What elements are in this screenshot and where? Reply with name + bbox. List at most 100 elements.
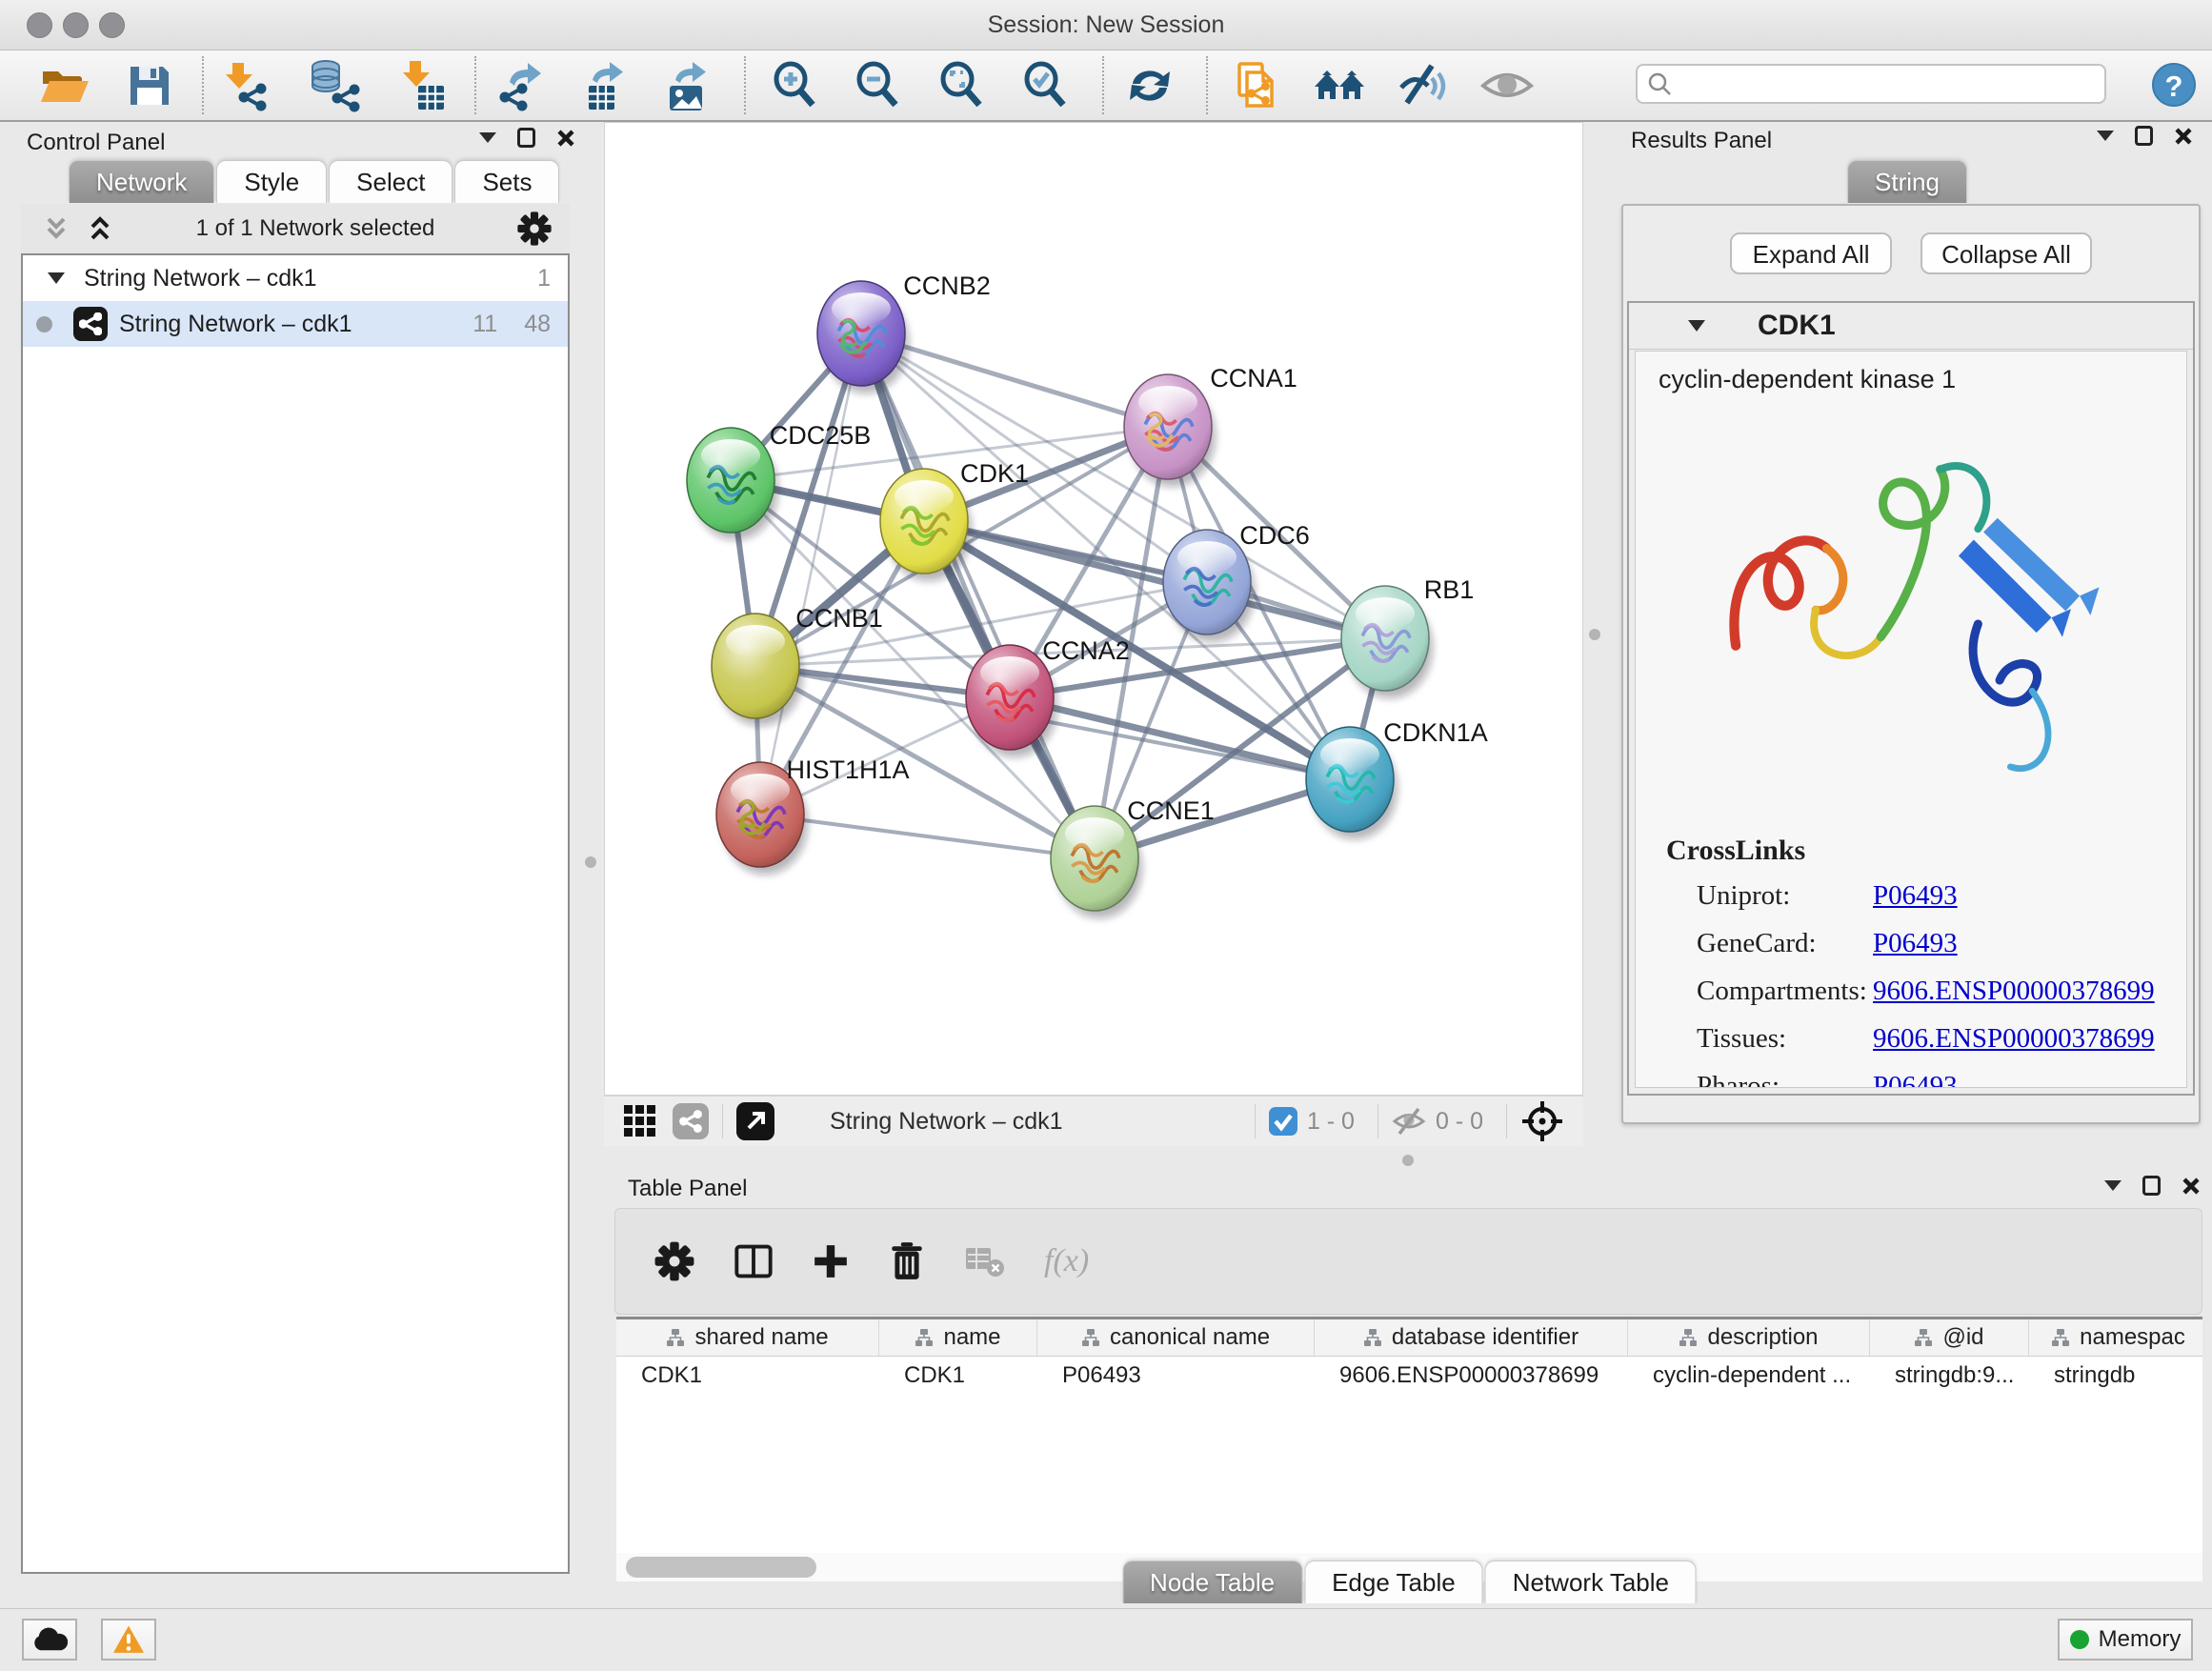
crosslink-link[interactable]: P06493 [1873,1071,1958,1088]
gene-expander-icon[interactable] [1688,320,1705,332]
collection-expander-icon[interactable] [48,272,65,284]
crosslink-link[interactable]: P06493 [1873,928,1958,959]
tab-string[interactable]: String [1847,160,1967,203]
network-collection-row[interactable]: String Network – cdk1 1 [23,255,568,301]
panel-menu-icon[interactable] [479,132,496,143]
cloud-status-button[interactable] [22,1619,77,1661]
open-in-window-icon[interactable] [736,1102,774,1140]
import-table-file-icon[interactable] [392,57,449,114]
collection-count: 1 [537,265,551,292]
export-network-icon[interactable] [491,57,548,114]
fit-selected-crosshair-icon[interactable] [1520,1099,1564,1143]
tab-edge-table[interactable]: Edge Table [1304,1560,1483,1603]
search-input[interactable] [1679,70,2095,98]
crosslink-link[interactable]: 9606.ENSP00000378699 [1873,1023,2155,1055]
collapse-all-icon[interactable] [42,214,70,243]
help-button[interactable]: ? [2152,63,2196,107]
clone-network-icon[interactable] [1227,57,1284,114]
tab-sets[interactable]: Sets [454,160,559,203]
expand-all-icon[interactable] [86,214,114,243]
hidden-eye-icon[interactable] [1392,1107,1426,1136]
create-column-plus-icon[interactable] [812,1242,850,1280]
column-header-namespac[interactable]: namespac [2029,1319,2202,1356]
gear-icon[interactable] [516,211,553,247]
tab-network[interactable]: Network [69,160,214,203]
tab-style[interactable]: Style [216,160,327,203]
crosslinks-title: CrossLinks [1666,835,2186,867]
panel-float-icon[interactable] [2142,1176,2161,1196]
hide-unhide-icon[interactable] [1394,57,1451,114]
network-node-CCNB1[interactable] [712,614,803,726]
column-header-description[interactable]: description [1628,1319,1870,1356]
status-bar: Memory [0,1608,2212,1671]
column-header-database-identifier[interactable]: database identifier [1315,1319,1628,1356]
column-header-shared-name[interactable]: shared name [616,1319,879,1356]
panel-close-icon[interactable] [2174,127,2193,146]
string-style-icon[interactable] [673,1103,709,1139]
tab-node-table[interactable]: Node Table [1122,1560,1302,1603]
panel-close-icon[interactable] [556,129,575,148]
show-eye-icon[interactable] [1478,57,1536,114]
export-table-icon[interactable] [575,57,633,114]
cytoscape-window: Session: New Session [0,0,2212,1671]
close-window-button[interactable] [27,12,52,38]
save-session-icon[interactable] [121,57,178,114]
show-columns-icon[interactable] [734,1241,774,1281]
hidden-count: 0 - 0 [1436,1108,1483,1136]
delete-column-trash-icon[interactable] [888,1240,926,1282]
protein-structure-image [1701,408,2121,808]
column-header-canonical-name[interactable]: canonical name [1037,1319,1315,1356]
network-row-selected[interactable]: String Network – cdk1 11 48 [23,301,568,347]
memory-button[interactable]: Memory [2058,1619,2193,1661]
table-row[interactable]: CDK1CDK1P064939606.ENSP00000378699cyclin… [616,1357,2202,1395]
houses-icon[interactable] [1312,57,1369,114]
splitter-handle[interactable] [1402,1155,1414,1166]
column-tree-icon [1914,1328,1933,1347]
tab-network-table[interactable]: Network Table [1485,1560,1697,1603]
zoom-in-icon[interactable] [766,57,823,114]
crosslink-link[interactable]: P06493 [1873,880,1958,912]
panel-float-icon[interactable] [2135,126,2153,146]
splitter-handle[interactable] [1589,629,1600,640]
table-toolbar: f(x) [614,1208,2202,1315]
expand-all-button[interactable]: Expand All [1730,232,1892,274]
zoom-selected-icon[interactable] [1016,57,1074,114]
crosslink-row: Compartments:9606.ENSP00000378699 [1666,976,2186,1007]
open-session-icon[interactable] [36,57,93,114]
collapse-all-button[interactable]: Collapse All [1920,232,2092,274]
export-image-icon[interactable] [658,57,715,114]
network-node-CCNA1[interactable] [1124,374,1216,487]
hscrollbar-thumb[interactable] [626,1557,816,1578]
edge-count: 48 [524,311,551,338]
network-canvas[interactable]: CCNB2CCNA1CDC25BCDK1CDC6RB1CCNB1CCNA2CDK… [604,122,1583,1096]
column-header--id[interactable]: @id [1870,1319,2029,1356]
zoom-out-icon[interactable] [849,57,906,114]
import-network-file-icon[interactable] [214,57,271,114]
panel-menu-icon[interactable] [2104,1180,2122,1191]
import-network-database-icon[interactable] [305,57,362,114]
birds-eye-view-icon[interactable] [623,1104,657,1138]
zoom-window-button[interactable] [99,12,125,38]
selected-checkbox-icon[interactable] [1269,1107,1297,1136]
crosslinks-section: CrossLinks Uniprot:P06493GeneCard:P06493… [1666,835,2186,1088]
network-node-CCNB2[interactable] [817,281,909,393]
splitter-handle[interactable] [585,856,596,868]
cloud-icon [31,1626,68,1653]
node-label-CCNE1: CCNE1 [1127,796,1215,825]
network-tree: String Network – cdk1 1 String Network –… [21,253,570,1574]
node-label-CDKN1A: CDKN1A [1383,718,1488,747]
crosslink-link[interactable]: 9606.ENSP00000378699 [1873,976,2155,1007]
panel-close-icon[interactable] [2182,1177,2201,1196]
minimize-window-button[interactable] [63,12,89,38]
network-node-CDK1[interactable] [880,469,972,581]
apply-layout-icon[interactable] [1121,57,1178,114]
panel-menu-icon[interactable] [2097,131,2114,141]
network-node-RB1[interactable] [1341,586,1433,698]
warnings-button[interactable] [101,1619,156,1661]
panel-float-icon[interactable] [517,128,535,148]
tab-select[interactable]: Select [329,160,452,203]
node-count: 11 [473,311,497,338]
table-settings-gear-icon[interactable] [654,1240,695,1282]
zoom-fit-icon[interactable] [933,57,990,114]
column-header-name[interactable]: name [879,1319,1037,1356]
